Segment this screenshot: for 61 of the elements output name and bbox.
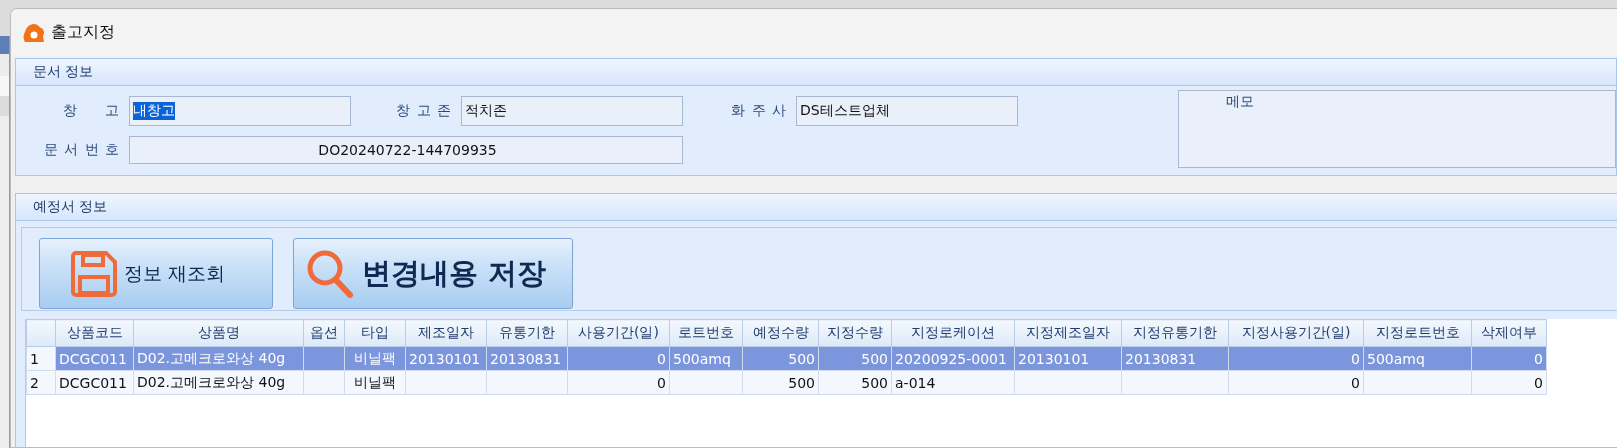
column-header[interactable]: 사용기간(일) <box>567 319 670 347</box>
column-header[interactable]: 지정유통기한 <box>1121 319 1229 347</box>
table-cell: 500 <box>861 374 888 391</box>
search-icon <box>306 248 354 299</box>
table-cell: DCGC011 <box>59 350 127 367</box>
window-title: 출고지정 <box>51 22 115 43</box>
row-number: 2 <box>26 370 56 395</box>
column-header[interactable]: 옵션 <box>303 319 345 347</box>
table-cell: 0 <box>657 350 666 367</box>
field-label: 창 고 <box>62 102 119 120</box>
column-header[interactable]: 로트번호 <box>669 319 743 347</box>
table-cell: 0 <box>1351 350 1360 367</box>
table-cell: 20130101 <box>1018 350 1090 367</box>
column-header[interactable]: 타입 <box>344 319 406 347</box>
table-cell: 500 <box>788 374 815 391</box>
row-number: 1 <box>26 346 56 371</box>
table-cell: 500 <box>788 350 815 367</box>
column-header[interactable]: 유통기한 <box>486 319 568 347</box>
field-label: 창 고 존 <box>396 102 451 120</box>
table-cell: 20200925-0001 <box>895 350 1007 367</box>
memo-box[interactable]: 메모 <box>1178 90 1616 168</box>
column-header[interactable]: 삭제여부 <box>1471 319 1547 347</box>
table-cell: 500 <box>861 350 888 367</box>
column-header[interactable]: 지정제조일자 <box>1014 319 1122 347</box>
panel-title: 예정서 정보 <box>16 194 1617 221</box>
table-cell: 20130831 <box>1125 350 1197 367</box>
refresh-button[interactable]: 정보 재조회 <box>39 238 273 309</box>
table-cell: 0 <box>1534 374 1543 391</box>
column-header[interactable]: 지정사용기간(일) <box>1228 319 1364 347</box>
save-changes-button[interactable]: 변경내용 저장 <box>293 238 573 309</box>
column-header[interactable]: 지정수량 <box>818 319 892 347</box>
field-label: 문 서 번 호 <box>43 141 119 159</box>
field-label: 화 주 사 <box>731 102 786 120</box>
column-header[interactable]: 지정로트번호 <box>1363 319 1472 347</box>
column-header[interactable]: 상품코드 <box>55 319 134 347</box>
text-field[interactable]: 내창고 <box>129 96 351 126</box>
table-cell: D02.고메크로와상 40g <box>137 373 286 390</box>
column-header[interactable]: 상품명 <box>133 319 304 347</box>
text-field[interactable]: 적치존 <box>461 96 683 126</box>
table-cell: 500amq <box>673 350 731 367</box>
table-row[interactable]: 2 DCGC011 D02.고메크로와상 40g 비닐팩 0 500 500 a-014 0 0 <box>26 370 1547 395</box>
table-cell: DCGC011 <box>59 374 127 391</box>
column-header[interactable]: 지정로케이션 <box>891 319 1015 347</box>
table-cell: 0 <box>657 374 666 391</box>
table-cell: 비닐팩 <box>354 349 396 366</box>
table-cell: a-014 <box>895 374 936 391</box>
table-row[interactable]: 1 DCGC011 D02.고메크로와상 40g 비닐팩 20130101 20130831 0 500amq 500 500 20200925-0001 20130101 20130831 0 500amq 0 <box>26 346 1547 371</box>
panel-title: 문서 정보 <box>16 59 1616 86</box>
table-cell: 20130101 <box>409 350 481 367</box>
table-cell: 500amq <box>1367 350 1425 367</box>
table-cell: 비닐팩 <box>354 373 396 390</box>
column-header[interactable]: 제조일자 <box>405 319 487 347</box>
logo-icon <box>23 22 45 43</box>
table-cell: D02.고메크로와상 40g <box>137 349 286 366</box>
table-cell: 0 <box>1351 374 1360 391</box>
table-cell: 20130831 <box>490 350 562 367</box>
column-header[interactable]: 예정수량 <box>742 319 819 347</box>
table-cell: 0 <box>1534 350 1543 367</box>
text-field[interactable]: DO20240722-144709935 <box>129 136 683 164</box>
text-field[interactable]: DS테스트업체 <box>796 96 1018 126</box>
memo-label: 메모 <box>1226 93 1254 111</box>
